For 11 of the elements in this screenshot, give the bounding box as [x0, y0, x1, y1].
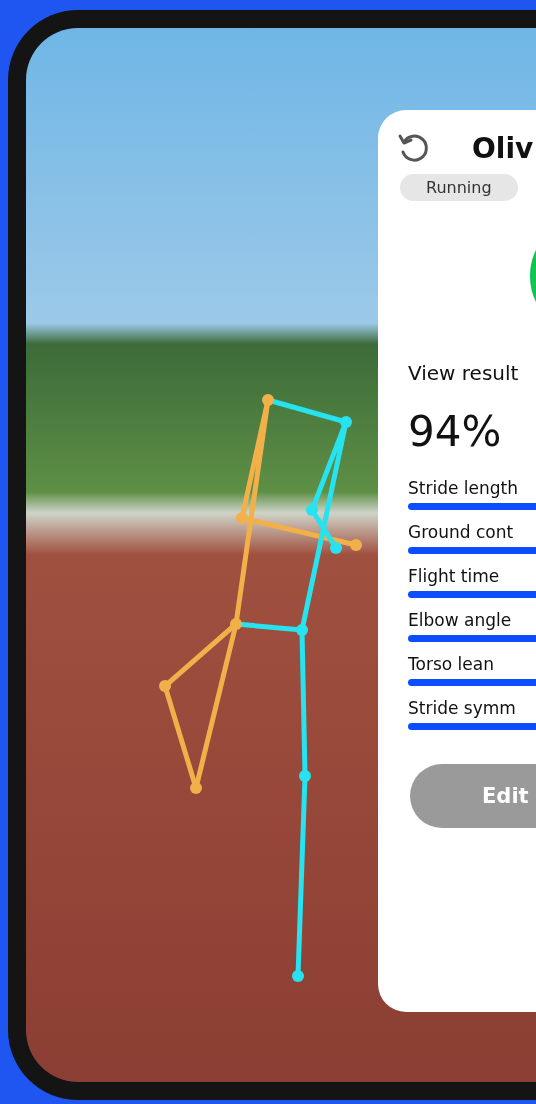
edit-button[interactable]: Edit	[410, 764, 536, 828]
metric-label: Elbow angle	[408, 610, 513, 630]
metric-label: Stride symm	[408, 698, 517, 718]
metric-label: Flight time	[408, 566, 501, 586]
metric-label: Torso lean	[408, 654, 495, 674]
metric-label: Stride length	[408, 478, 519, 498]
score-value: 94%	[408, 407, 503, 456]
metric-label: Ground cont	[408, 522, 515, 542]
section-title: View result	[408, 361, 520, 385]
activity-tag: Running	[400, 174, 518, 201]
athlete-name: Oliv	[472, 131, 534, 165]
